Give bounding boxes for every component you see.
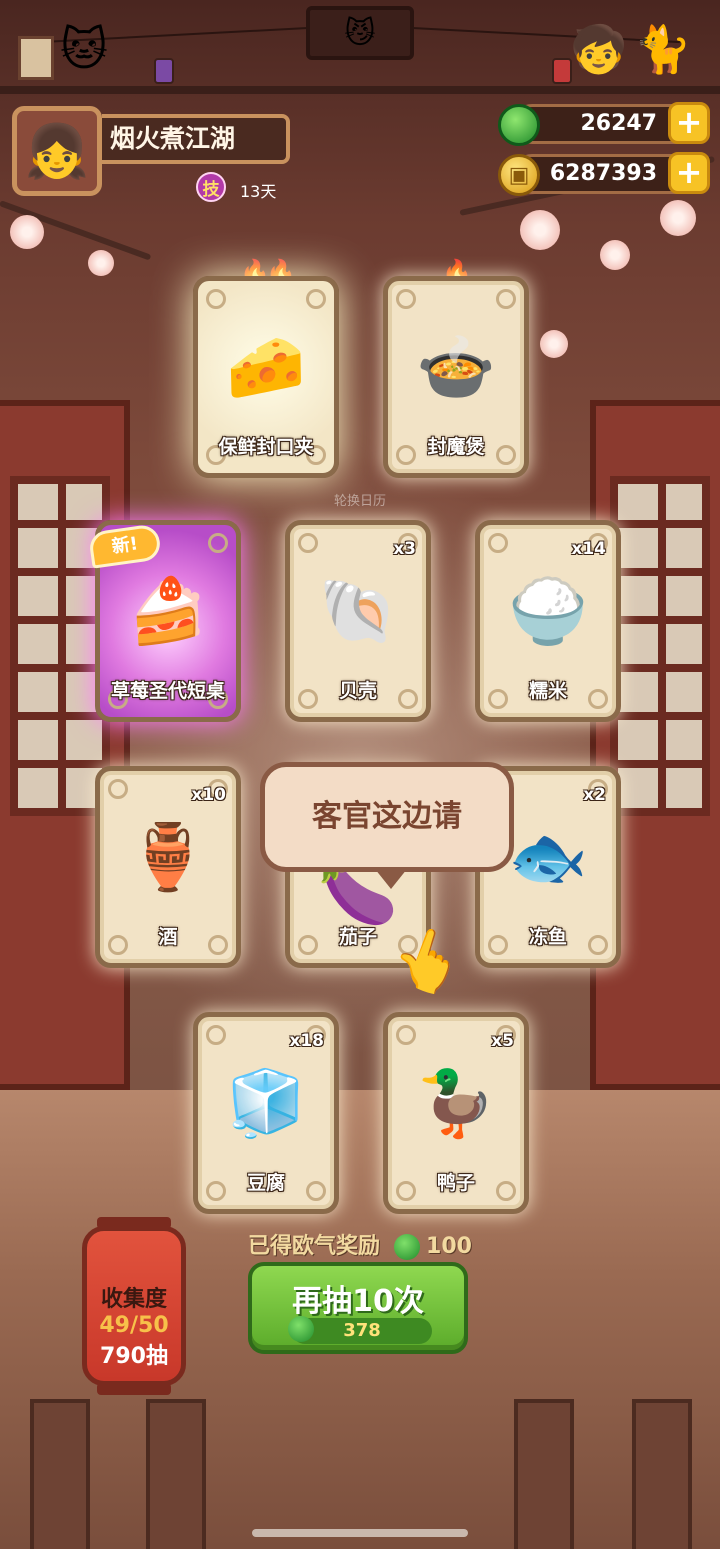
player-name: 烟火煮江湖 (102, 114, 290, 164)
tofu-icon: 🧊 (226, 1066, 306, 1141)
card-label: 贝壳 (338, 680, 377, 702)
collection-progress: 49/50 (99, 1313, 169, 1338)
clip-icon: 🧀 (226, 330, 306, 405)
card-corner-ornament (208, 533, 228, 553)
lamp-icon (154, 58, 174, 84)
jade-icon (498, 104, 540, 146)
player-avatar[interactable]: 👧 (12, 106, 102, 196)
shell-icon: 🐚 (318, 574, 398, 649)
cat-icon: 🐱 (60, 22, 108, 76)
calendar-hint: 轮换日历 (333, 494, 386, 509)
card-label: 鸭子 (436, 1172, 475, 1194)
card-corner-ornament (206, 289, 226, 309)
card-corner-ornament (488, 533, 508, 553)
card-corner-ornament (496, 289, 516, 309)
card-label: 糯米 (528, 680, 567, 702)
greeting-speech-bubble: 客官这边请 (260, 762, 514, 889)
card-count: x3 (393, 539, 416, 559)
draw-card[interactable]: 🦆 x5 鸭子 (383, 1012, 529, 1214)
blossom-icon (520, 210, 560, 250)
wine-jar-icon: 🏺 (128, 820, 208, 895)
card-corner-ornament (108, 779, 128, 799)
railing-post (632, 1399, 692, 1549)
draw-again-label: 再抽10次 (292, 1284, 424, 1319)
card-count: x10 (191, 785, 226, 805)
jade-icon (288, 1316, 314, 1342)
blossom-icon (660, 200, 696, 236)
jade-icon (394, 1234, 421, 1260)
card-corner-ornament (396, 289, 416, 309)
card-label: 豆腐 (246, 1172, 285, 1194)
card-label: 酒 (158, 926, 178, 948)
blossom-icon (600, 240, 630, 270)
card-count: x14 (571, 539, 606, 559)
reward-value: 100 (426, 1234, 472, 1259)
login-days: 13天 (240, 182, 277, 201)
skill-badge[interactable]: 技 (196, 172, 226, 202)
pot-icon: 🍲 (416, 330, 496, 405)
railing-post (30, 1399, 90, 1549)
card-label: 封魔煲 (427, 436, 485, 458)
child-character-icon: 🧒 (570, 22, 628, 76)
card-corner-ornament (298, 533, 318, 553)
collection-title: 收集度 (100, 1287, 167, 1312)
card-label: 保鲜封口夹 (218, 436, 314, 458)
card-corner-ornament (306, 289, 326, 309)
draw-card[interactable]: 🐚 x3 贝壳 (285, 520, 431, 722)
rice-icon: 🍚 (508, 574, 588, 649)
blossom-icon (540, 330, 568, 358)
collection-draw-count: 790抽 (100, 1344, 168, 1369)
right-lattice-window (610, 476, 710, 816)
add-coin-button[interactable]: + (668, 152, 710, 194)
card-label: 草莓圣代短桌 (110, 680, 225, 702)
railing-post (514, 1399, 574, 1549)
draw-card[interactable]: 🍲 封魔煲 (383, 276, 529, 478)
card-corner-ornament (396, 1025, 416, 1045)
cat-mascot-icon: 😼 (344, 15, 376, 51)
shop-sign: 😼 (306, 6, 414, 60)
table-icon: 🍰 (128, 574, 208, 649)
blossom-icon (88, 250, 114, 276)
add-jade-button[interactable]: + (668, 102, 710, 144)
lamp-icon (552, 58, 572, 84)
draw-again-button[interactable]: 再抽10次 378 (248, 1262, 468, 1354)
draw-card[interactable]: 🍚 x14 糯米 (475, 520, 621, 722)
card-count: x18 (289, 1031, 324, 1051)
card-count: x2 (583, 785, 606, 805)
card-label: 冻鱼 (528, 926, 567, 948)
home-indicator[interactable] (252, 1529, 468, 1537)
draw-card[interactable]: 🏺 x10 酒 (95, 766, 241, 968)
paw-board-icon (18, 36, 54, 80)
draw-card[interactable]: 🧀 保鲜封口夹 (193, 276, 339, 478)
reward-label: 已得欧气奖励 (248, 1234, 381, 1259)
draw-card[interactable]: 🧊 x18 豆腐 (193, 1012, 339, 1214)
blossom-icon (10, 215, 44, 249)
white-cat-icon: 🐈 (634, 22, 692, 76)
top-beam (0, 86, 720, 94)
card-count: x5 (491, 1031, 514, 1051)
card-corner-ornament (206, 1025, 226, 1045)
chef-girl-avatar-icon: 👧 (24, 121, 90, 182)
duck-icon: 🦆 (416, 1066, 496, 1141)
coin-icon: ▣ (498, 154, 540, 196)
collection-lantern[interactable]: 收集度 49/50 790抽 (82, 1217, 186, 1395)
railing-post (146, 1399, 206, 1549)
